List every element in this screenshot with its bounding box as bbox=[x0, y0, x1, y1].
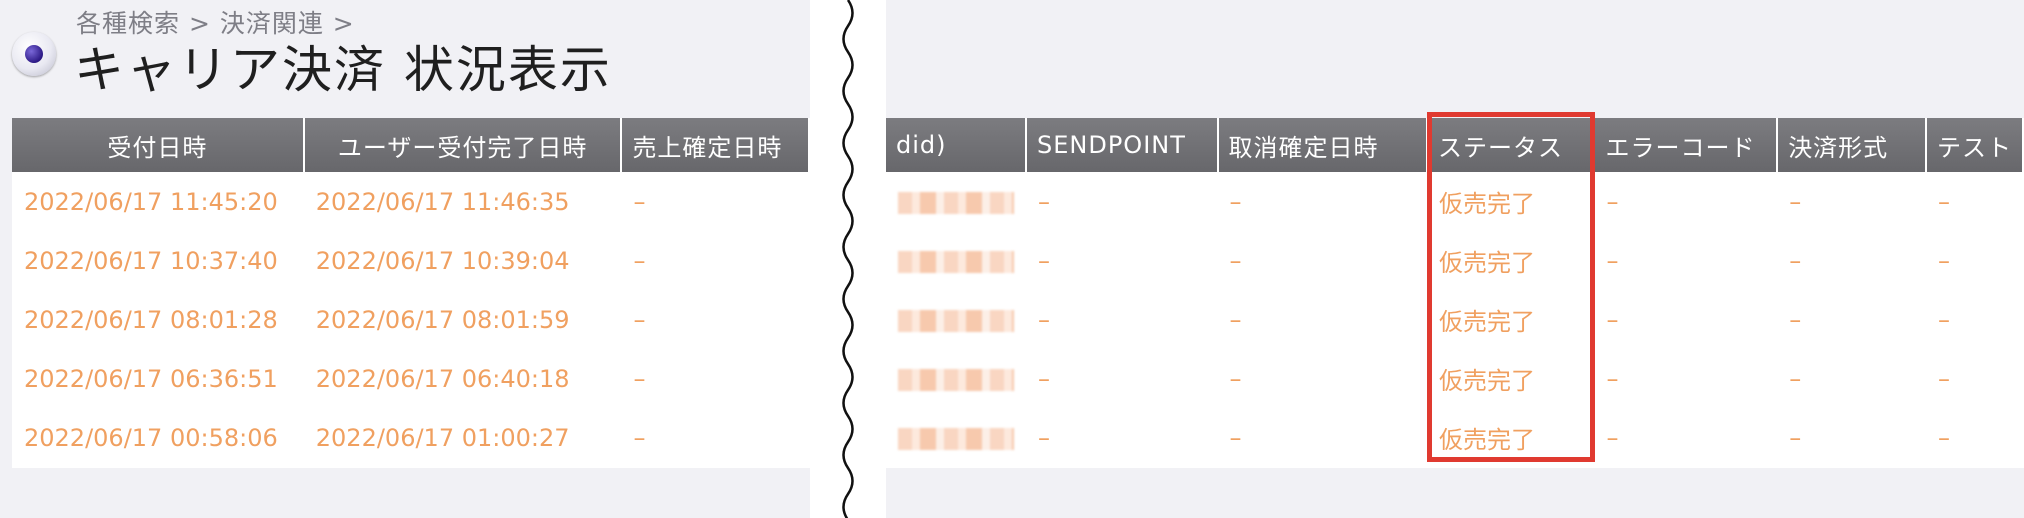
cell-received-datetime: 2022/06/17 00:58:06 bbox=[24, 423, 278, 452]
cell-received-datetime: 2022/06/17 11:45:20 bbox=[24, 187, 278, 216]
page: 各種検索 > 決済関連 > キャリア決済 状況表示 受付日時 ユーザー受付完了日… bbox=[0, 0, 2024, 518]
cell-sendpoint: – bbox=[1038, 423, 1050, 452]
cell-sendpoint: – bbox=[1038, 305, 1050, 334]
cell-error-code: – bbox=[1606, 187, 1619, 216]
cell-sales-confirmed-datetime: – bbox=[633, 305, 646, 334]
page-header: 各種検索 > 決済関連 > キャリア決済 状況表示 bbox=[0, 0, 810, 110]
cell-sendpoint: – bbox=[1038, 187, 1050, 216]
status-column-highlight bbox=[1427, 112, 1595, 462]
column-header-did[interactable]: did) bbox=[886, 118, 1027, 172]
column-header-cancel-confirmed-datetime[interactable]: 取消確定日時 bbox=[1217, 118, 1428, 172]
table-row[interactable]: 2022/06/17 08:01:28 2022/06/17 08:01:59 … bbox=[12, 290, 809, 349]
cell-did-redacted bbox=[886, 349, 1026, 408]
cell-user-completed-datetime: 2022/06/17 11:46:35 bbox=[315, 187, 570, 216]
cell-error-code: – bbox=[1606, 364, 1619, 393]
cell-test: – bbox=[1937, 246, 1950, 275]
redacted-value bbox=[898, 427, 1014, 450]
cell-user-completed-datetime: 2022/06/17 06:40:18 bbox=[315, 364, 570, 393]
column-header-payment-type[interactable]: 決済形式 bbox=[1777, 118, 1927, 172]
results-table-left: 受付日時 ユーザー受付完了日時 売上確定日時 2022/06/17 11:45:… bbox=[12, 118, 810, 467]
cell-error-code: – bbox=[1606, 246, 1619, 275]
cell-cancel-confirmed-datetime: – bbox=[1229, 246, 1242, 275]
column-header-received-datetime[interactable]: 受付日時 bbox=[12, 118, 305, 172]
cell-payment-type: – bbox=[1789, 187, 1802, 216]
cell-did-redacted bbox=[886, 172, 1026, 231]
cell-payment-type: – bbox=[1789, 423, 1802, 452]
page-title: キャリア決済 状況表示 bbox=[74, 41, 612, 99]
cell-did-redacted bbox=[886, 408, 1026, 467]
redacted-value bbox=[898, 191, 1014, 214]
cell-sales-confirmed-datetime: – bbox=[633, 187, 646, 216]
cell-cancel-confirmed-datetime: – bbox=[1229, 187, 1242, 216]
cell-test: – bbox=[1937, 423, 1950, 452]
column-header-error-code[interactable]: エラーコード bbox=[1594, 118, 1779, 172]
column-header-sales-confirmed-datetime[interactable]: 売上確定日時 bbox=[621, 118, 810, 172]
redacted-value bbox=[898, 309, 1014, 332]
column-header-test[interactable]: テスト bbox=[1925, 118, 2024, 172]
cell-received-datetime: 2022/06/17 10:37:40 bbox=[24, 246, 278, 275]
cell-sales-confirmed-datetime: – bbox=[633, 364, 646, 393]
cell-did-redacted bbox=[886, 231, 1026, 290]
cell-cancel-confirmed-datetime: – bbox=[1229, 364, 1242, 393]
redacted-value bbox=[898, 368, 1014, 391]
cell-payment-type: – bbox=[1789, 246, 1802, 275]
cell-user-completed-datetime: 2022/06/17 08:01:59 bbox=[315, 305, 570, 334]
cell-cancel-confirmed-datetime: – bbox=[1229, 305, 1242, 334]
wavy-break-icon bbox=[842, 0, 854, 518]
cell-test: – bbox=[1937, 305, 1950, 334]
table-break-separator bbox=[810, 0, 886, 518]
cell-user-completed-datetime: 2022/06/17 01:00:27 bbox=[315, 423, 570, 452]
table-row[interactable]: 2022/06/17 06:36:51 2022/06/17 06:40:18 … bbox=[12, 349, 809, 408]
column-header-sendpoint[interactable]: SENDPOINT bbox=[1026, 118, 1219, 172]
cell-payment-type: – bbox=[1789, 305, 1802, 334]
table-row[interactable]: 2022/06/17 10:37:40 2022/06/17 10:39:04 … bbox=[12, 231, 809, 290]
cell-did-redacted bbox=[886, 290, 1026, 349]
cell-sendpoint: – bbox=[1038, 364, 1050, 393]
cell-sendpoint: – bbox=[1038, 246, 1050, 275]
cell-user-completed-datetime: 2022/06/17 10:39:04 bbox=[315, 246, 570, 275]
table-row[interactable]: 2022/06/17 00:58:06 2022/06/17 01:00:27 … bbox=[12, 408, 809, 467]
table-header-row: 受付日時 ユーザー受付完了日時 売上確定日時 bbox=[12, 118, 810, 172]
column-header-user-completed-datetime[interactable]: ユーザー受付完了日時 bbox=[303, 118, 623, 172]
cell-test: – bbox=[1937, 364, 1950, 393]
cell-received-datetime: 2022/06/17 08:01:28 bbox=[24, 305, 278, 334]
cell-error-code: – bbox=[1606, 305, 1619, 334]
table-row[interactable]: 2022/06/17 11:45:20 2022/06/17 11:46:35 … bbox=[12, 172, 809, 231]
title-bullet-icon bbox=[12, 32, 56, 76]
cell-payment-type: – bbox=[1789, 364, 1802, 393]
cell-cancel-confirmed-datetime: – bbox=[1229, 423, 1242, 452]
redacted-value bbox=[898, 250, 1014, 273]
cell-sales-confirmed-datetime: – bbox=[633, 423, 646, 452]
cell-sales-confirmed-datetime: – bbox=[633, 246, 646, 275]
cell-test: – bbox=[1937, 187, 1950, 216]
cell-received-datetime: 2022/06/17 06:36:51 bbox=[24, 364, 278, 393]
results-table-left-panel: 受付日時 ユーザー受付完了日時 売上確定日時 2022/06/17 11:45:… bbox=[12, 118, 810, 468]
cell-error-code: – bbox=[1606, 423, 1619, 452]
